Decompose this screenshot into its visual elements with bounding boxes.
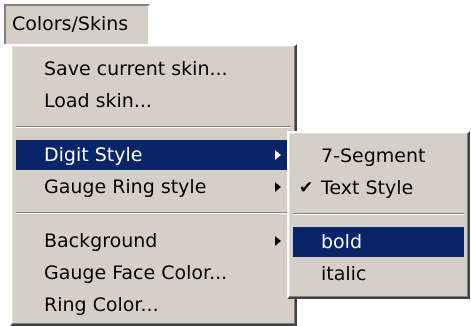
submenu-item-7-segment[interactable]: 7-Segment [293,141,464,171]
menu-separator [293,213,464,215]
submenu-item-label: 7-Segment [321,145,426,167]
submenu-arrow-icon [275,236,281,246]
menu-item-label: Background [44,230,158,252]
menu-item-load-skin[interactable]: Load skin... [16,86,291,116]
submenu-item-label: Text Style [321,177,414,199]
colors-skins-menu: Save current skin... Load skin... Digit … [10,44,297,326]
menu-item-label: Save current skin... [44,58,228,80]
menu-item-ring-color[interactable]: Ring Color... [16,290,291,320]
menu-item-label: Load skin... [44,90,152,112]
digit-style-submenu: 7-Segment ✔ Text Style bold italic [287,131,470,299]
menu-item-label: Gauge Ring style [44,176,207,198]
submenu-item-bold[interactable]: bold [293,227,464,257]
menu-item-gauge-ring-style[interactable]: Gauge Ring style [16,172,291,202]
submenu-arrow-icon [275,182,281,192]
menu-item-gauge-face-color[interactable]: Gauge Face Color... [16,258,291,288]
submenu-arrow-icon [275,150,281,160]
menu-item-save-current-skin[interactable]: Save current skin... [16,54,291,84]
menu-item-digit-style[interactable]: Digit Style [16,140,291,170]
submenu-item-label: bold [321,231,363,253]
menu-item-label: Digit Style [44,144,143,166]
menu-item-background[interactable]: Background [16,226,291,256]
menubar-colors-skins-label: Colors/Skins [12,13,129,35]
menu-separator [16,212,291,214]
menu-item-label: Gauge Face Color... [44,262,228,284]
menu-separator [16,126,291,128]
menubar-colors-skins[interactable]: Colors/Skins [4,4,150,44]
submenu-item-label: italic [321,263,367,285]
checkmark-icon: ✔ [299,178,314,198]
submenu-item-text-style[interactable]: ✔ Text Style [293,173,464,203]
menu-item-label: Ring Color... [44,294,159,316]
submenu-item-italic[interactable]: italic [293,259,464,289]
